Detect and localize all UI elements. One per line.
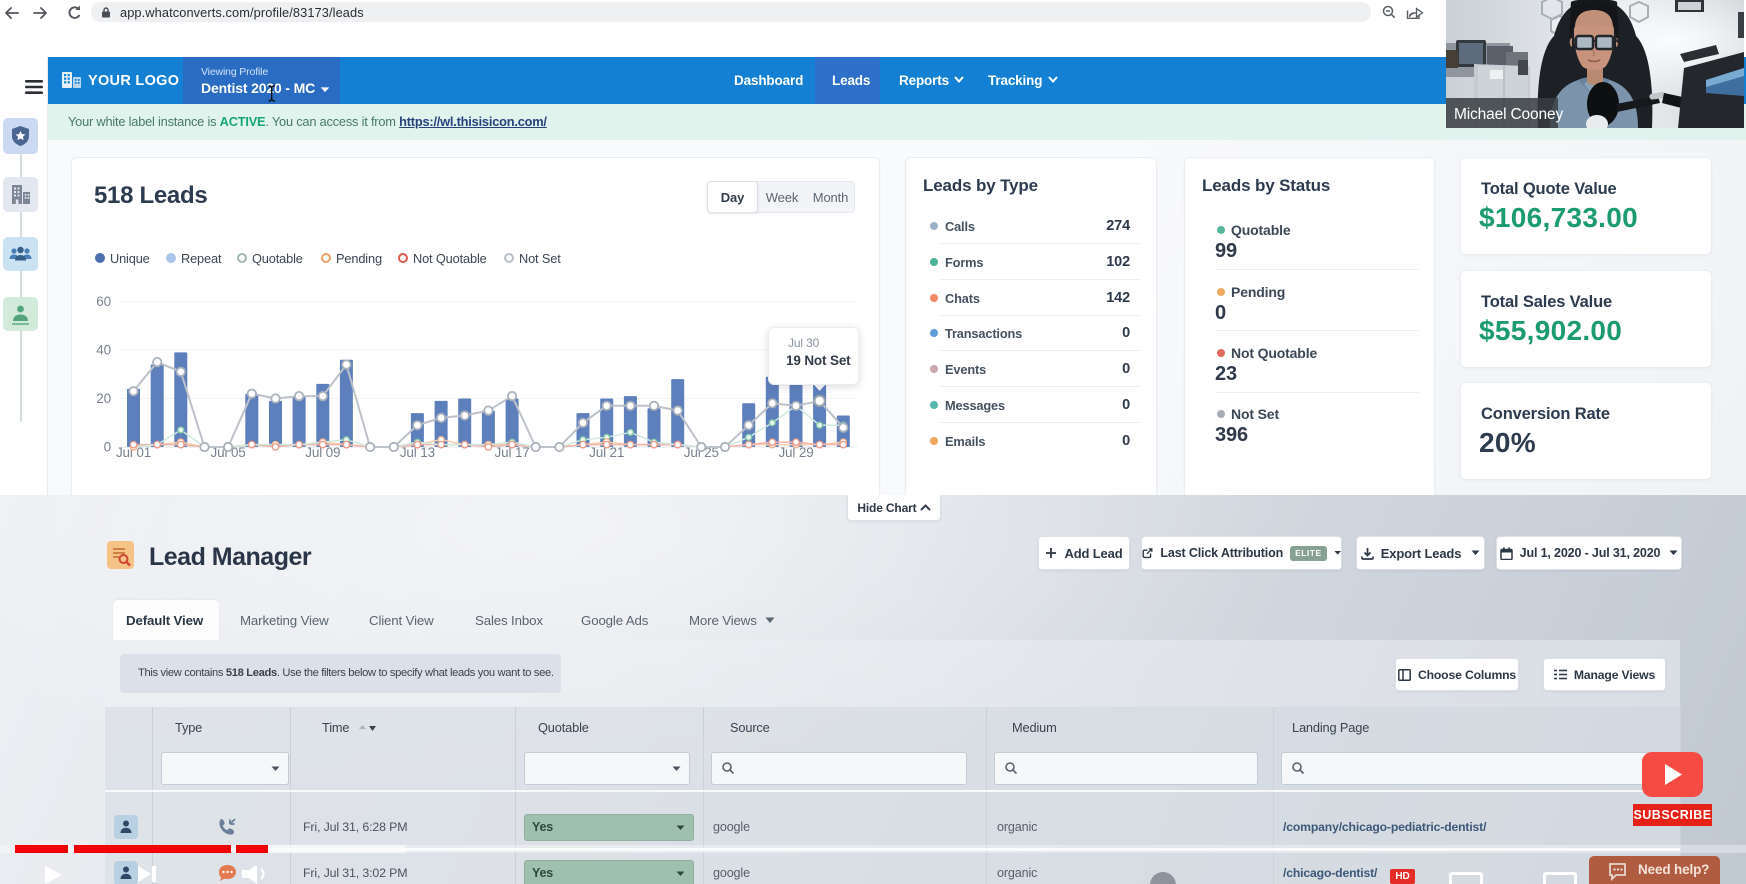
svg-text:0: 0 [104,440,111,455]
svg-text:60: 60 [96,294,111,309]
svg-text:Michael Cooney: Michael Cooney [1454,106,1563,123]
svg-text:40: 40 [96,343,111,358]
svg-text:20: 20 [96,391,111,406]
